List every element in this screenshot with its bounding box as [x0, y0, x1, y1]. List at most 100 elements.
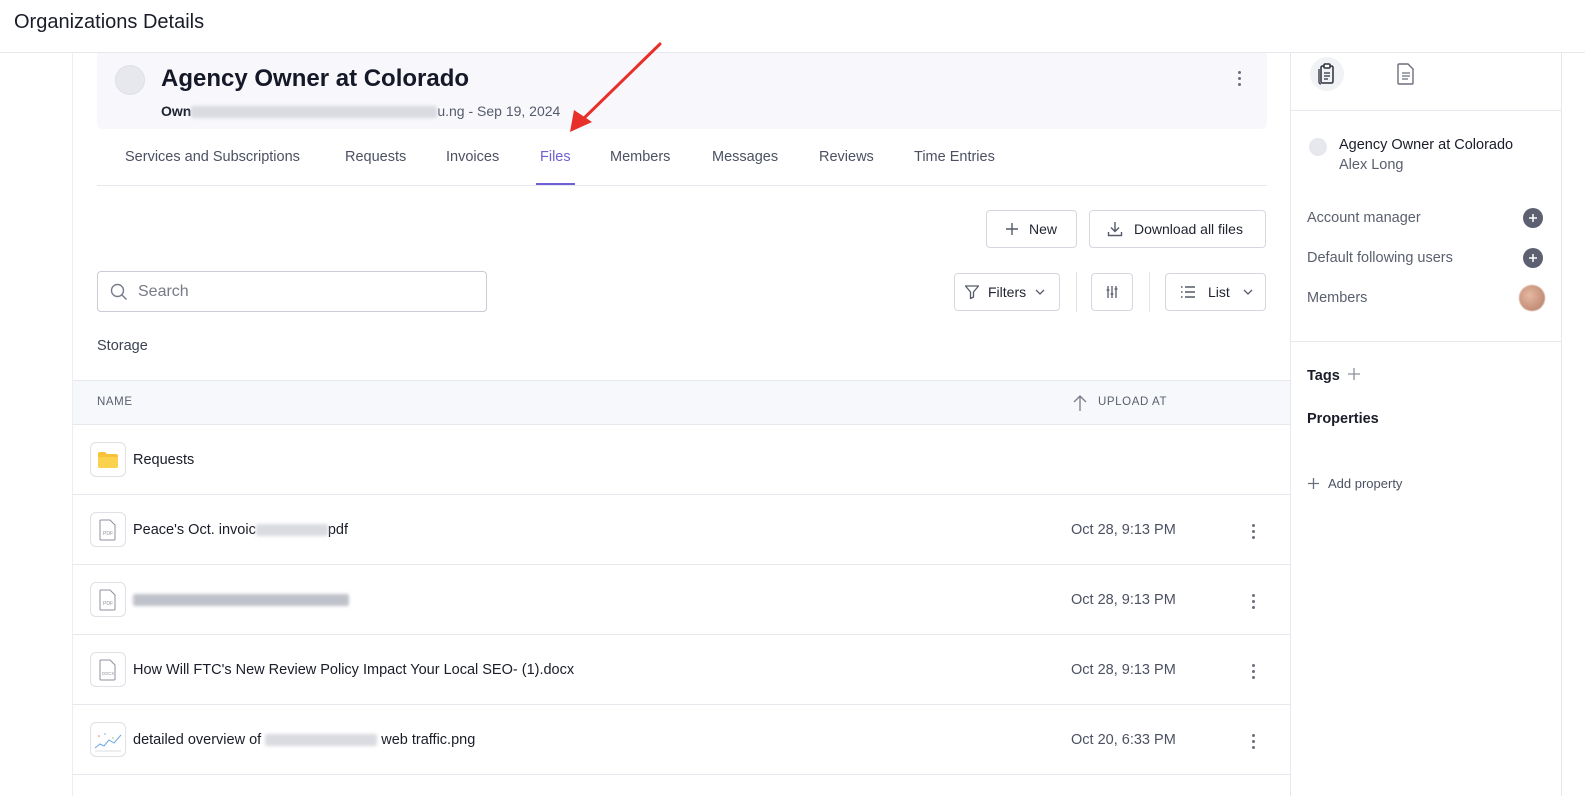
chevron-down-icon	[1243, 289, 1253, 295]
folder-icon	[90, 442, 126, 477]
docx-badge: DOCX	[102, 671, 114, 676]
download-button-label: Download all files	[1134, 221, 1243, 237]
default-following-users-label: Default following users	[1307, 250, 1453, 266]
table-row[interactable]: PDF Oct 28, 9:13 PM	[73, 565, 1291, 635]
org-logo	[115, 65, 145, 95]
org-more-menu-icon[interactable]	[1231, 67, 1247, 89]
upload-date: Oct 28, 9:13 PM	[1071, 662, 1176, 678]
table-row[interactable]: PDF Peace's Oct. invoic pdf Oct 28, 9:13 …	[73, 495, 1291, 565]
file-name[interactable]: Peace's Oct. invoic pdf	[133, 522, 348, 538]
table-row[interactable]: Requests	[73, 425, 1291, 495]
plus-icon	[1308, 478, 1319, 489]
org-owner-lead: Own	[161, 103, 192, 119]
details-sidebar: Agency Owner at Colorado Alex Long Accou…	[1290, 53, 1562, 796]
add-property-label: Add property	[1328, 476, 1403, 491]
column-header-name[interactable]: NAME	[97, 396, 133, 408]
toolbar-divider	[1076, 272, 1077, 312]
search-icon	[110, 283, 127, 300]
add-property-button[interactable]: Add property	[1307, 476, 1402, 491]
add-tag-icon[interactable]	[1347, 367, 1361, 381]
pdf-file-icon: PDF	[90, 512, 126, 547]
redacted-text	[133, 594, 349, 607]
tab-reviews[interactable]: Reviews	[819, 149, 874, 165]
table-row[interactable]: DOCX How Will FTC's New Review Policy Im…	[73, 635, 1291, 705]
download-all-files-button[interactable]: Download all files	[1089, 210, 1266, 248]
file-name-suffix: pdf	[327, 522, 349, 538]
column-header-upload-at[interactable]: UPLOAD AT	[1098, 396, 1167, 408]
main-content: Agency Owner at Colorado Own u.ng - Sep 1…	[73, 53, 1291, 796]
image-thumbnail-icon	[90, 722, 126, 757]
new-button-label: New	[1029, 221, 1058, 237]
filters-button-label: Filters	[988, 284, 1027, 300]
file-name-text: How Will FTC's New Review Policy Impact …	[133, 662, 575, 678]
file-name[interactable]: detailed overview of web traffic.png	[133, 732, 475, 748]
add-following-user-icon[interactable]	[1523, 248, 1543, 268]
org-owner-line: Own u.ng - Sep 19, 2024	[161, 103, 560, 119]
view-mode-select[interactable]: List	[1165, 273, 1266, 311]
tab-requests[interactable]: Requests	[345, 149, 406, 165]
tab-files[interactable]: Files	[540, 149, 571, 165]
redacted-text	[255, 524, 328, 537]
properties-label: Properties	[1307, 411, 1379, 427]
file-name[interactable]	[133, 592, 349, 608]
tab-time-entries[interactable]: Time Entries	[914, 149, 995, 165]
file-name-suffix: web traffic.png	[381, 732, 476, 748]
tab-invoices[interactable]: Invoices	[446, 149, 499, 165]
clipboard-icon[interactable]	[1310, 57, 1344, 91]
sidebar-org-person: Alex Long	[1339, 157, 1404, 173]
filter-icon	[964, 285, 980, 300]
file-name-text: Peace's Oct. invoic	[133, 522, 256, 538]
new-button[interactable]: New	[986, 210, 1077, 248]
table-header: NAME UPLOAD AT	[73, 380, 1291, 425]
file-name-text: Requests	[133, 452, 195, 468]
pdf-badge: PDF	[103, 531, 113, 537]
tab-services-and-subscriptions[interactable]: Services and Subscriptions	[125, 149, 300, 165]
members-label: Members	[1307, 290, 1368, 306]
pdf-badge: PDF	[103, 601, 113, 607]
annotation-arrow-icon	[570, 42, 662, 132]
sliders-icon	[1106, 286, 1118, 298]
search-field[interactable]	[97, 271, 487, 312]
view-mode-label: List	[1208, 284, 1230, 300]
org-name: Agency Owner at Colorado	[161, 65, 470, 92]
member-avatar[interactable]	[1519, 285, 1545, 311]
row-more-menu-icon[interactable]	[1245, 590, 1261, 612]
left-gutter	[0, 53, 73, 796]
toolbar-divider	[1149, 272, 1150, 312]
document-icon[interactable]	[1389, 57, 1423, 91]
org-header-card: Agency Owner at Colorado Own u.ng - Sep 1…	[97, 53, 1267, 129]
plus-icon	[1006, 223, 1018, 235]
sidebar-divider	[1291, 341, 1561, 342]
file-name-text: detailed overview of	[133, 732, 262, 748]
file-name[interactable]: How Will FTC's New Review Policy Impact …	[133, 662, 574, 678]
upload-date: Oct 28, 9:13 PM	[1071, 522, 1176, 538]
file-name[interactable]: Requests	[133, 452, 194, 468]
list-icon	[1181, 286, 1195, 298]
upload-date: Oct 20, 6:33 PM	[1071, 732, 1176, 748]
search-input[interactable]	[138, 282, 468, 301]
table-row[interactable]: detailed overview of web traffic.png Oct…	[73, 705, 1291, 775]
row-more-menu-icon[interactable]	[1245, 520, 1261, 542]
chevron-down-icon	[1035, 289, 1045, 295]
sidebar-org-name[interactable]: Agency Owner at Colorado	[1339, 137, 1513, 153]
tags-label: Tags	[1307, 368, 1340, 384]
active-tab-indicator	[536, 183, 575, 185]
add-account-manager-icon[interactable]	[1523, 208, 1543, 228]
sort-ascending-icon[interactable]	[1071, 393, 1089, 413]
account-manager-label: Account manager	[1307, 210, 1421, 226]
docx-file-icon: DOCX	[90, 652, 126, 687]
right-edge	[1562, 53, 1585, 796]
upload-date: Oct 28, 9:13 PM	[1071, 592, 1176, 608]
filters-button[interactable]: Filters	[954, 273, 1060, 311]
row-more-menu-icon[interactable]	[1245, 730, 1261, 752]
tab-members[interactable]: Members	[610, 149, 670, 165]
row-more-menu-icon[interactable]	[1245, 660, 1261, 682]
storage-label: Storage	[97, 338, 148, 354]
download-icon	[1107, 222, 1123, 237]
redacted-text	[191, 106, 438, 119]
column-settings-button[interactable]	[1091, 273, 1133, 311]
redacted-text	[265, 734, 378, 747]
pdf-file-icon: PDF	[90, 582, 126, 617]
sidebar-tabs	[1291, 53, 1561, 111]
tab-messages[interactable]: Messages	[712, 149, 778, 165]
